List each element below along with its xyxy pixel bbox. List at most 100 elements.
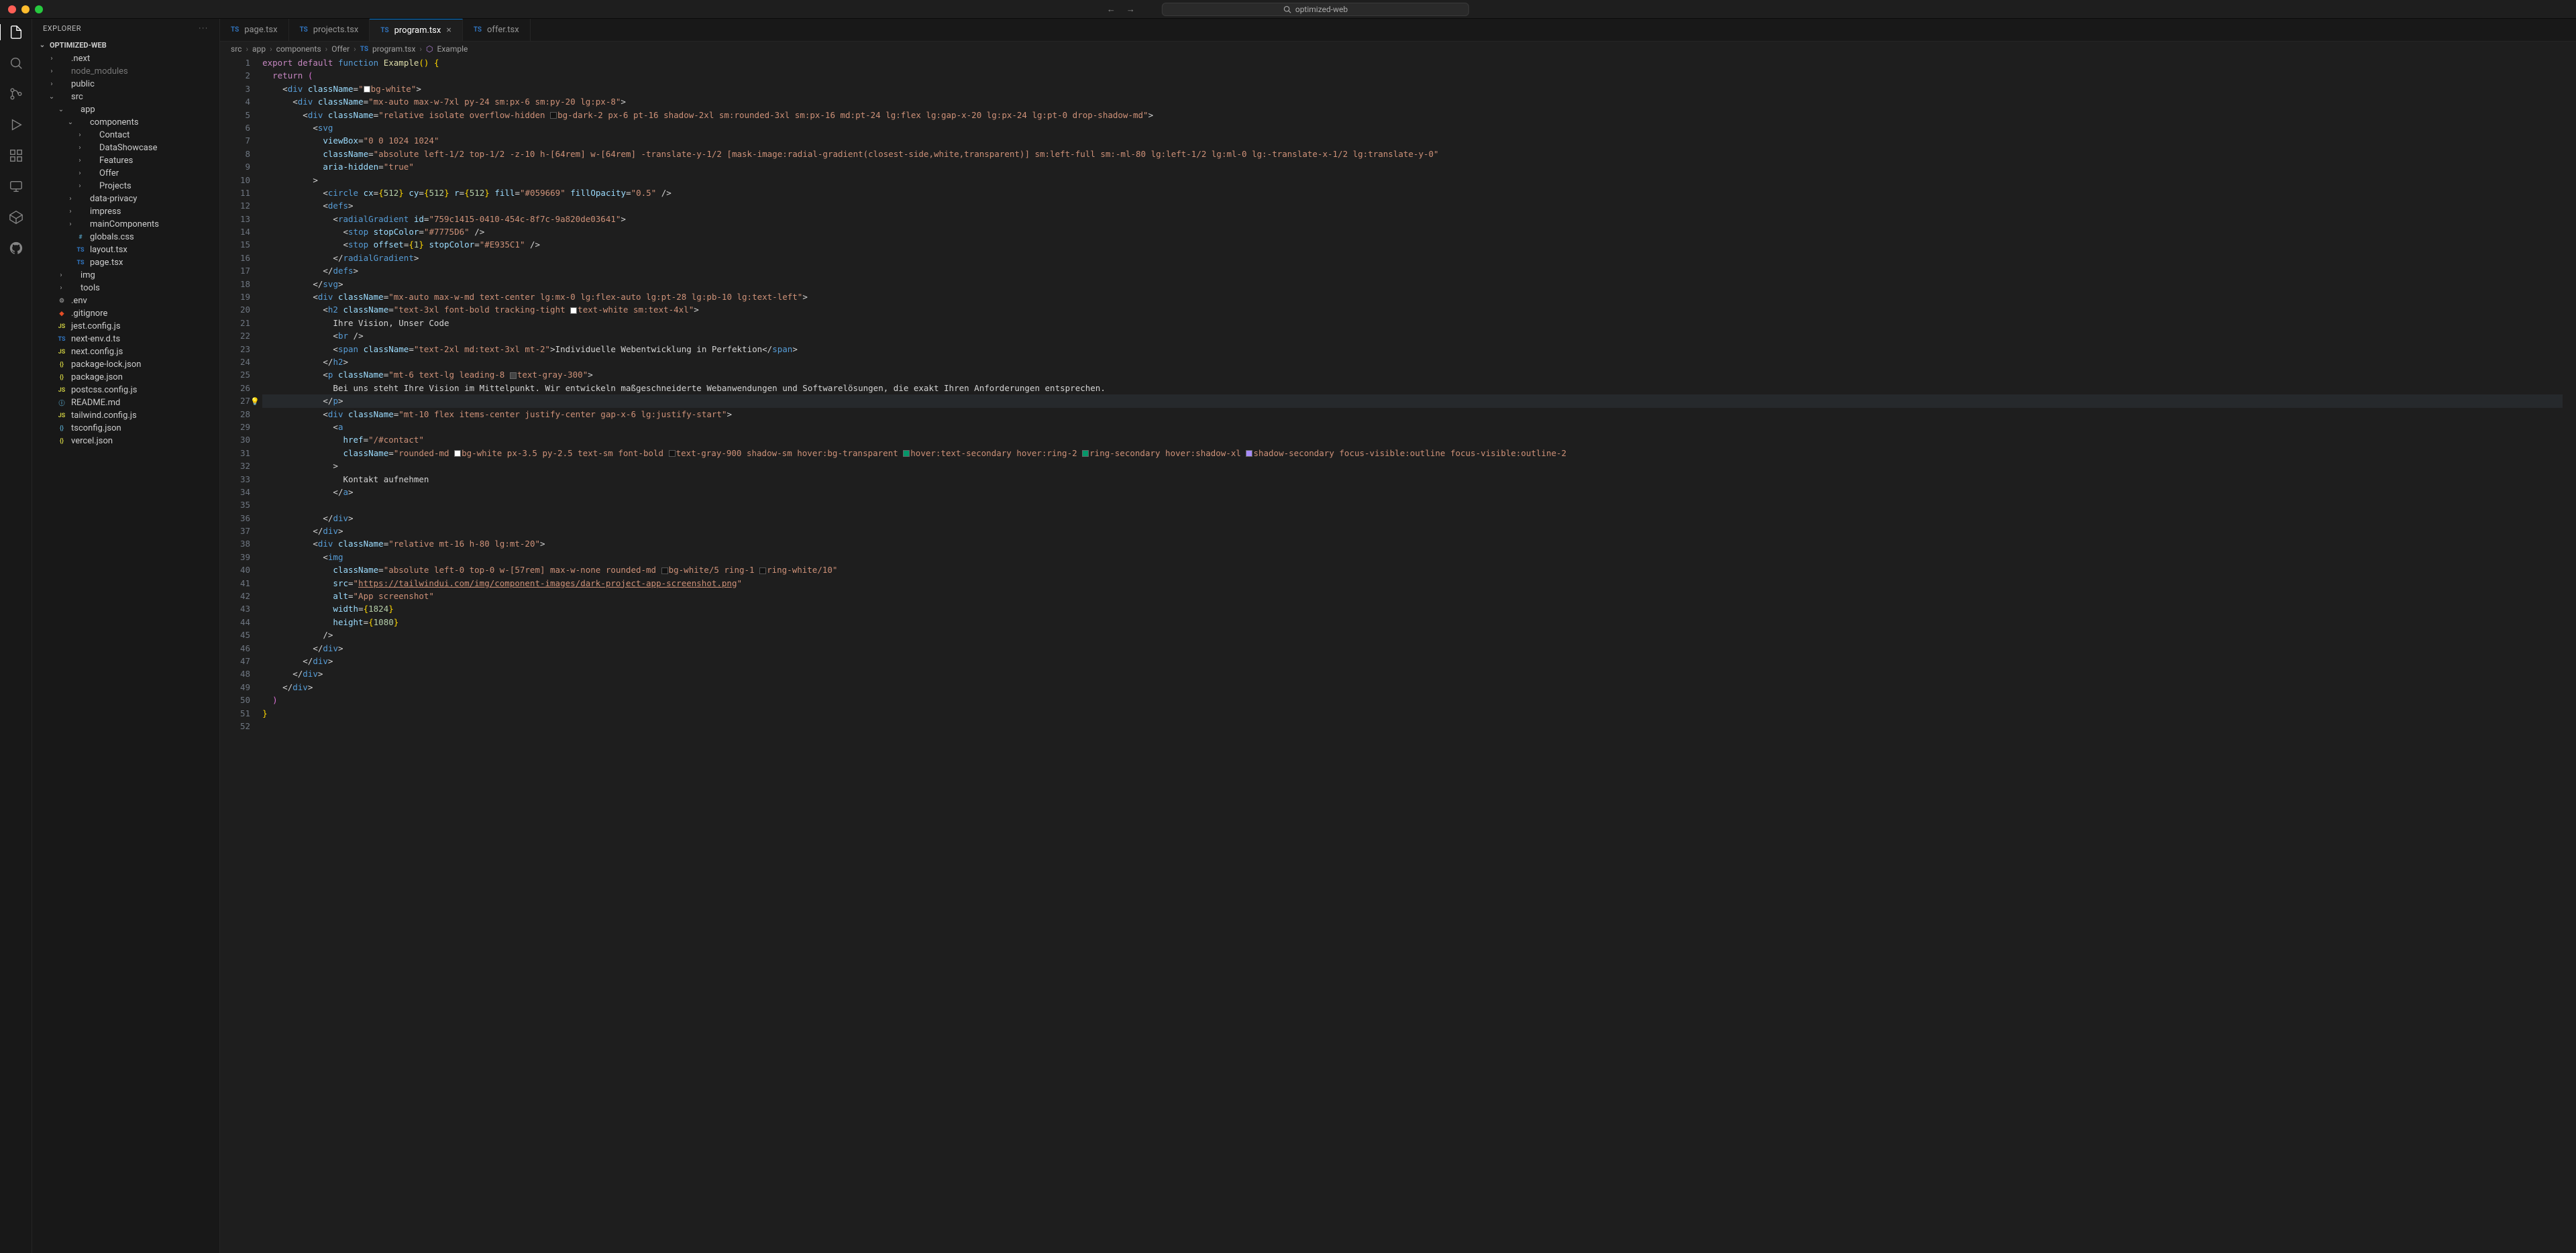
tree-item[interactable]: TSnext-env.d.ts — [32, 333, 219, 345]
remote-icon[interactable] — [8, 178, 24, 195]
code-line[interactable]: </defs> — [262, 264, 2563, 277]
code-line[interactable]: <p className="mt-6 text-lg leading-8 tex… — [262, 368, 2563, 381]
breadcrumb[interactable]: src›app›components›Offer›TS program.tsx›… — [220, 42, 2576, 56]
code-line[interactable]: </div> — [262, 667, 2563, 680]
tree-item[interactable]: ›Features — [32, 154, 219, 167]
code-line[interactable]: return ( — [262, 69, 2563, 82]
project-section-header[interactable]: ⌄ OPTIMIZED-WEB — [32, 38, 219, 52]
code-line[interactable]: ) — [262, 694, 2563, 706]
code-line[interactable]: /> — [262, 629, 2563, 641]
code-line[interactable]: <div className="relative mt-16 h-80 lg:m… — [262, 537, 2563, 550]
tree-item[interactable]: TSpage.tsx — [32, 256, 219, 269]
editor-tab[interactable]: TSprojects.tsx — [289, 19, 370, 41]
code-line[interactable]: </p> — [262, 394, 2563, 407]
explorer-more-button[interactable]: ··· — [199, 24, 209, 33]
code-line[interactable]: viewBox="0 0 1024 1024" — [262, 134, 2563, 147]
code-line[interactable]: <radialGradient id="759c1415-0410-454c-8… — [262, 213, 2563, 225]
tree-item[interactable]: ›mainComponents — [32, 218, 219, 231]
code-line[interactable]: <a — [262, 421, 2563, 433]
code-line[interactable]: Bei uns steht Ihre Vision im Mittelpunkt… — [262, 382, 2563, 394]
close-window-button[interactable] — [8, 5, 16, 13]
code-line[interactable]: </radialGradient> — [262, 252, 2563, 264]
extensions-icon[interactable] — [8, 148, 24, 164]
tree-item[interactable]: ◆.gitignore — [32, 307, 219, 320]
tree-item[interactable]: #globals.css — [32, 231, 219, 243]
tree-item[interactable]: JSpostcss.config.js — [32, 384, 219, 396]
code-line[interactable]: <div className="bg-white"> — [262, 83, 2563, 95]
code-line[interactable]: export default function Example() { — [262, 56, 2563, 69]
code-line[interactable]: </a> — [262, 486, 2563, 498]
tree-item[interactable]: {}package.json — [32, 371, 219, 384]
code-line[interactable]: <circle cx={512} cy={512} r={512} fill="… — [262, 186, 2563, 199]
code-line[interactable]: </div> — [262, 525, 2563, 537]
github-icon[interactable] — [8, 240, 24, 256]
code-line[interactable]: className="absolute left-0 top-0 w-[57re… — [262, 563, 2563, 576]
tree-item[interactable]: ⌄app — [32, 103, 219, 116]
tree-item[interactable]: ›img — [32, 269, 219, 282]
code-line[interactable]: width={1824} — [262, 602, 2563, 615]
code-line[interactable]: </h2> — [262, 356, 2563, 368]
tree-item[interactable]: {}tsconfig.json — [32, 422, 219, 435]
code-line[interactable]: } — [262, 707, 2563, 720]
tree-item[interactable]: ›impress — [32, 205, 219, 218]
tree-item[interactable]: ›tools — [32, 282, 219, 294]
close-tab-button[interactable]: × — [446, 25, 451, 36]
tree-item[interactable]: ⌄src — [32, 91, 219, 103]
code-editor[interactable]: 1234567891011121314151617181920212223242… — [220, 56, 2576, 1253]
breadcrumb-segment[interactable]: app — [252, 44, 266, 54]
explorer-icon[interactable] — [0, 24, 32, 40]
code-line[interactable]: </div> — [262, 642, 2563, 655]
search-activity-icon[interactable] — [8, 55, 24, 71]
breadcrumb-segment[interactable]: Offer — [331, 44, 350, 54]
tree-item[interactable]: {}vercel.json — [32, 435, 219, 447]
tree-item[interactable]: ›DataShowcase — [32, 142, 219, 154]
tree-item[interactable]: JStailwind.config.js — [32, 409, 219, 422]
code-line[interactable] — [262, 720, 2563, 732]
tree-item[interactable]: JSjest.config.js — [32, 320, 219, 333]
tree-item[interactable]: ›Projects — [32, 180, 219, 193]
tree-item[interactable]: ›node_modules — [32, 65, 219, 78]
code-content[interactable]: export default function Example() { retu… — [262, 56, 2576, 1253]
code-line[interactable]: <span className="text-2xl md:text-3xl mt… — [262, 343, 2563, 356]
code-line[interactable]: <stop offset={1} stopColor="#E935C1" /> — [262, 238, 2563, 251]
code-line[interactable]: </div> — [262, 512, 2563, 525]
code-line[interactable]: alt="App screenshot" — [262, 590, 2563, 602]
code-line[interactable]: <img — [262, 551, 2563, 563]
code-line[interactable]: <div className="mt-10 flex items-center … — [262, 408, 2563, 421]
code-line[interactable]: href="/#contact" — [262, 433, 2563, 446]
code-line[interactable]: <div className="relative isolate overflo… — [262, 109, 2563, 121]
code-line[interactable]: <div className="mx-auto max-w-md text-ce… — [262, 290, 2563, 303]
code-line[interactable]: </div> — [262, 655, 2563, 667]
code-line[interactable]: className="absolute left-1/2 top-1/2 -z-… — [262, 148, 2563, 160]
tree-item[interactable]: ›data-privacy — [32, 193, 219, 205]
code-line[interactable]: Ihre Vision, Unser Code — [262, 317, 2563, 329]
editor-tab[interactable]: TSpage.tsx — [220, 19, 289, 41]
code-line[interactable]: > — [262, 459, 2563, 472]
editor-tab[interactable]: TSoffer.tsx — [463, 19, 531, 41]
code-line[interactable]: Kontakt aufnehmen — [262, 473, 2563, 486]
nav-forward-button[interactable]: → — [1126, 4, 1135, 15]
tree-item[interactable]: JSnext.config.js — [32, 345, 219, 358]
tree-item[interactable]: ›.next — [32, 52, 219, 65]
breadcrumb-segment[interactable]: components — [276, 44, 321, 54]
tree-item[interactable]: ⌄components — [32, 116, 219, 129]
breadcrumb-segment[interactable]: program.tsx — [372, 44, 415, 54]
code-line[interactable]: src="https://tailwindui.com/img/componen… — [262, 577, 2563, 590]
tree-item[interactable]: ›Offer — [32, 167, 219, 180]
lightbulb-icon[interactable]: 💡 — [250, 396, 260, 407]
code-line[interactable]: className="rounded-md bg-white px-3.5 py… — [262, 447, 2563, 459]
code-line[interactable]: <div className="mx-auto max-w-7xl py-24 … — [262, 95, 2563, 108]
maximize-window-button[interactable] — [35, 5, 43, 13]
tree-item[interactable]: ›Contact — [32, 129, 219, 142]
code-line[interactable]: <stop stopColor="#7775D6" /> — [262, 225, 2563, 238]
code-line[interactable]: <defs> — [262, 199, 2563, 212]
breadcrumb-segment[interactable]: Example — [437, 44, 468, 54]
breadcrumb-segment[interactable]: src — [231, 44, 241, 54]
tree-item[interactable]: ›public — [32, 78, 219, 91]
code-line[interactable]: aria-hidden="true" — [262, 160, 2563, 173]
code-line[interactable]: > — [262, 174, 2563, 186]
package-icon[interactable] — [8, 209, 24, 225]
code-line[interactable]: <svg — [262, 121, 2563, 134]
code-line[interactable]: <br /> — [262, 329, 2563, 342]
code-line[interactable]: <h2 className="text-3xl font-bold tracki… — [262, 303, 2563, 316]
